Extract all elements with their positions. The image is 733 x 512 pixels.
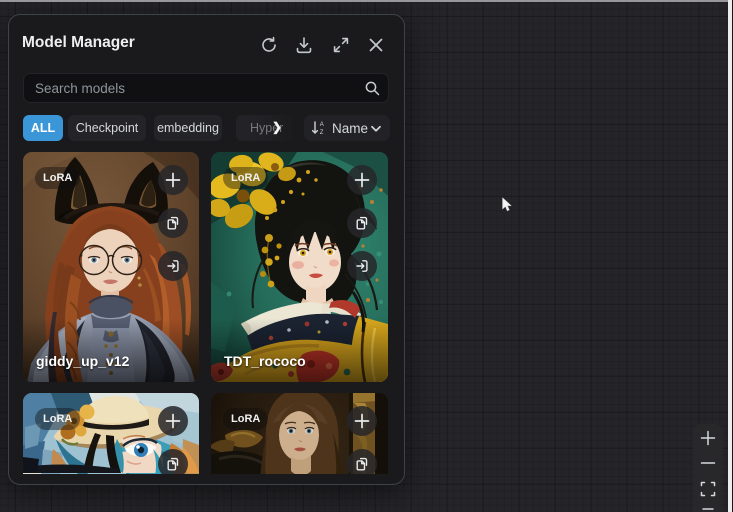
svg-text:A: A [320, 122, 324, 128]
svg-text:Z: Z [320, 130, 324, 136]
